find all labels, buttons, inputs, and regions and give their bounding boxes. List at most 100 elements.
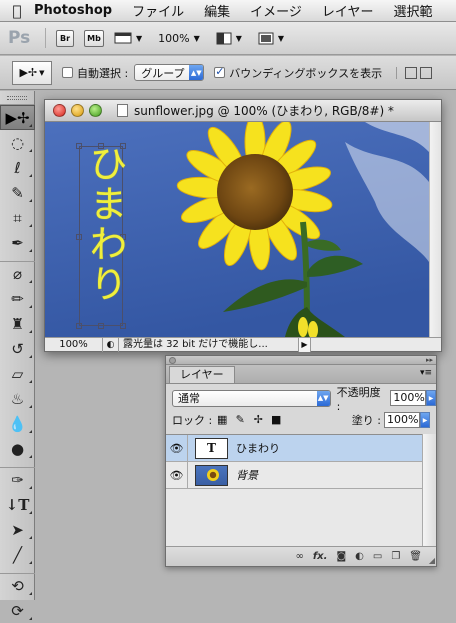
move-tool[interactable]: ▶✢ xyxy=(0,105,35,130)
clone-stamp-tool[interactable]: ♜ xyxy=(0,311,35,336)
auto-select-checkbox[interactable] xyxy=(62,67,73,78)
zoom-level-value: 100% xyxy=(158,31,190,45)
transform-handle[interactable] xyxy=(98,323,104,329)
layer-row-background[interactable]: 👁 背景 🔒 xyxy=(166,461,436,489)
fill-field[interactable]: 100% xyxy=(384,412,420,428)
collapse-icon[interactable]: ▸▸ xyxy=(426,357,433,364)
tool-preset-picker[interactable]: ▶✢ ▼ xyxy=(12,60,52,85)
new-group-icon[interactable]: ▭ xyxy=(373,551,382,562)
status-info-icon[interactable]: ◐ xyxy=(103,337,119,352)
lock-label: ロック : xyxy=(172,414,213,427)
eye-icon[interactable]: 👁 xyxy=(166,461,188,489)
panel-header[interactable]: ▸▸ xyxy=(166,356,436,365)
arrange-documents-button[interactable]: ▼ xyxy=(216,32,242,45)
status-menu-arrow-icon[interactable]: ▶ xyxy=(299,337,311,352)
link-layers-icon[interactable]: ∞ xyxy=(295,551,303,562)
3d-rotate-tool[interactable]: ⟲ xyxy=(0,573,35,598)
zoom-button[interactable] xyxy=(89,104,102,117)
eraser-tool[interactable]: ▱ xyxy=(0,361,35,386)
menu-app-name[interactable]: Photoshop xyxy=(34,3,112,18)
delete-layer-icon[interactable]: 🗑 xyxy=(409,551,422,562)
document-scrollbar[interactable] xyxy=(429,122,441,337)
stamp-icon: ♜ xyxy=(10,314,25,333)
image-canvas[interactable]: ひまわり xyxy=(45,122,429,337)
brush-tool[interactable]: ✏ xyxy=(0,286,35,311)
layer-name[interactable]: 背景 xyxy=(236,467,416,483)
status-zoom-field[interactable]: 100% xyxy=(45,337,103,352)
fill-dropdown-icon[interactable]: ▶ xyxy=(420,412,430,428)
bridge-button[interactable]: Br xyxy=(56,29,74,47)
align-middle-icon[interactable] xyxy=(420,66,433,79)
document-title: sunflower.jpg @ 100% (ひまわり, RGB/8#) * xyxy=(134,104,394,118)
opacity-field[interactable]: 100% xyxy=(390,390,427,406)
zoom-level-select[interactable]: 100% ▼ xyxy=(158,32,200,45)
adjustment-layer-icon[interactable]: ◐ xyxy=(355,551,364,562)
menu-select[interactable]: 選択範 xyxy=(394,1,433,20)
tab-layers[interactable]: レイヤー xyxy=(169,366,235,383)
close-button[interactable] xyxy=(53,104,66,117)
dodge-tool[interactable]: ● xyxy=(0,436,35,461)
type-tool[interactable]: ↓T xyxy=(0,492,35,517)
align-top-icon[interactable] xyxy=(405,66,418,79)
layers-footer: ∞ fx. ◙ ◐ ▭ ❐ 🗑 xyxy=(166,546,436,566)
screen-mode-button[interactable]: ▼ xyxy=(258,32,284,45)
stepper-arrows-icon: ▲▼ xyxy=(189,65,204,80)
view-extras-button[interactable]: ▼ xyxy=(114,31,142,45)
bounding-box-checkbox[interactable] xyxy=(214,65,226,78)
menu-bar:  Photoshop ファイル 編集 イメージ レイヤー 選択範 xyxy=(0,0,456,22)
layer-name[interactable]: ひまわり xyxy=(236,440,436,456)
auto-select-target-select[interactable]: グループ ▲▼ xyxy=(134,64,205,81)
apple-menu-icon[interactable]:  xyxy=(0,2,34,20)
blend-mode-select[interactable]: 通常 ▲▼ xyxy=(172,389,331,407)
bounding-box-option[interactable]: バウンディングボックスを表示 xyxy=(214,65,382,81)
menu-layer[interactable]: レイヤー xyxy=(322,1,374,20)
paint-bucket-tool[interactable]: ♨ xyxy=(0,386,35,411)
menu-file[interactable]: ファイル xyxy=(132,1,184,20)
layers-list: 👁 T ひまわり 👁 背景 🔒 xyxy=(166,434,436,546)
quick-select-tool[interactable]: ✎ xyxy=(0,180,35,205)
panel-close-button[interactable] xyxy=(169,357,176,364)
panel-menu-icon[interactable]: ▾≡ xyxy=(420,368,432,378)
history-brush-tool[interactable]: ↺ xyxy=(0,336,35,361)
lock-position-icon[interactable]: ✢ xyxy=(252,414,264,426)
line-icon: ╱ xyxy=(12,545,23,564)
transform-handle[interactable] xyxy=(76,323,82,329)
lasso-tool[interactable]: ℓ xyxy=(0,155,35,180)
layers-scrollbar[interactable] xyxy=(422,434,436,546)
brush-select-icon: ✎ xyxy=(11,183,24,202)
layer-style-icon[interactable]: fx. xyxy=(313,551,328,562)
line-tool[interactable]: ╱ xyxy=(0,542,35,567)
layer-row-text[interactable]: 👁 T ひまわり xyxy=(166,434,436,462)
blend-mode-value: 通常 xyxy=(178,391,200,405)
toolbox-grip[interactable] xyxy=(0,91,34,105)
menu-edit[interactable]: 編集 xyxy=(204,1,230,20)
healing-brush-tool[interactable]: ⌀ xyxy=(0,261,35,286)
bandage-icon: ⌀ xyxy=(12,265,23,283)
eyedropper-tool[interactable]: ✒ xyxy=(0,230,35,255)
path-select-tool[interactable]: ➤ xyxy=(0,517,35,542)
menu-image[interactable]: イメージ xyxy=(250,1,302,20)
pen-tool[interactable]: ✑ xyxy=(0,467,35,492)
lock-transparency-icon[interactable]: ▦ xyxy=(216,414,228,426)
crop-tool[interactable]: ⌗ xyxy=(0,205,35,230)
blur-tool[interactable]: 💧 xyxy=(0,411,35,436)
document-titlebar[interactable]: sunflower.jpg @ 100% (ひまわり, RGB/8#) * xyxy=(45,100,441,122)
mini-bridge-button[interactable]: Mb xyxy=(84,29,104,47)
lock-all-icon[interactable]: ■ xyxy=(270,414,282,426)
transform-handle[interactable] xyxy=(120,323,126,329)
marquee-tool[interactable]: ◌ xyxy=(0,130,35,155)
canvas-text-layer[interactable]: ひまわり xyxy=(78,144,127,304)
auto-select-option[interactable]: 自動選択 : xyxy=(62,65,128,81)
eye-icon[interactable]: 👁 xyxy=(166,434,188,462)
bucket-icon: ♨ xyxy=(10,389,25,408)
minimize-button[interactable] xyxy=(71,104,84,117)
opacity-dropdown-icon[interactable]: ▶ xyxy=(426,390,436,406)
lock-buttons: ▦ ✎ ✢ ■ xyxy=(216,414,288,426)
3d-orbit-tool[interactable]: ⟳ xyxy=(0,598,35,623)
lasso-icon: ℓ xyxy=(14,158,21,177)
resize-grip-icon[interactable]: ◢ xyxy=(429,556,435,565)
add-mask-icon[interactable]: ◙ xyxy=(336,551,346,562)
lock-pixels-icon[interactable]: ✎ xyxy=(234,414,246,426)
type-icon: ↓T xyxy=(5,495,30,514)
new-layer-icon[interactable]: ❐ xyxy=(391,551,400,562)
